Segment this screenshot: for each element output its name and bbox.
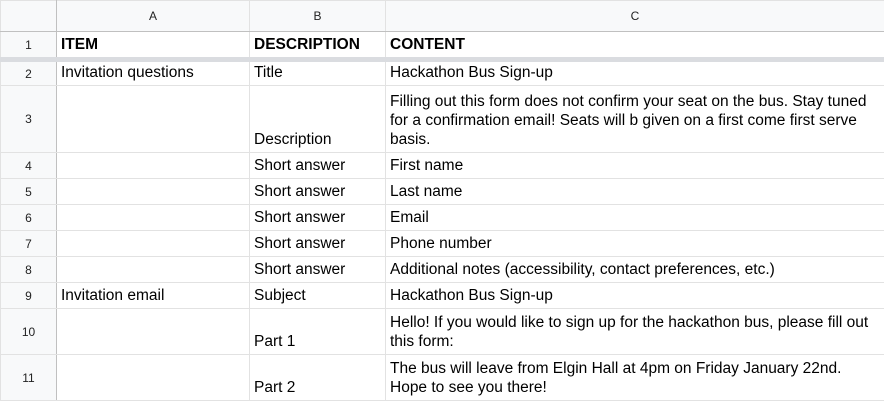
cell-b7[interactable]: Short answer — [249, 230, 386, 257]
column-header-a[interactable]: A — [56, 0, 250, 32]
row-header[interactable]: 5 — [0, 178, 57, 205]
cell-a4[interactable] — [56, 152, 250, 179]
row-header[interactable]: 1 — [0, 31, 57, 62]
cell-c9[interactable]: Hackathon Bus Sign-up — [385, 282, 884, 309]
cell-b11[interactable]: Part 2 — [249, 354, 386, 401]
column-header-b[interactable]: B — [249, 0, 386, 32]
cell-b9[interactable]: Subject — [249, 282, 386, 309]
table-row: 10 Part 1 Hello! If you would like to si… — [0, 308, 884, 355]
cell-c8[interactable]: Additional notes (accessibility, contact… — [385, 256, 884, 283]
row-header[interactable]: 7 — [0, 230, 57, 257]
cell-c1[interactable]: CONTENT — [385, 31, 884, 62]
row-header[interactable]: 4 — [0, 152, 57, 179]
cell-b3[interactable]: Description — [249, 85, 386, 153]
cell-a10[interactable] — [56, 308, 250, 355]
table-row: 3 Description Filling out this form does… — [0, 85, 884, 153]
cell-c11[interactable]: The bus will leave from Elgin Hall at 4p… — [385, 354, 884, 401]
cell-b5[interactable]: Short answer — [249, 178, 386, 205]
cell-a11[interactable] — [56, 354, 250, 401]
table-row: 9 Invitation email Subject Hackathon Bus… — [0, 282, 884, 309]
table-row: 4 Short answer First name — [0, 152, 884, 179]
sheet-table: A B C 1 ITEM DESCRIPTION CONTENT 2 Invit… — [0, 0, 884, 401]
cell-c5[interactable]: Last name — [385, 178, 884, 205]
cell-b1[interactable]: DESCRIPTION — [249, 31, 386, 62]
cell-c3[interactable]: Filling out this form does not confirm y… — [385, 85, 884, 153]
cell-a5[interactable] — [56, 178, 250, 205]
cell-c2[interactable]: Hackathon Bus Sign-up — [385, 59, 884, 86]
row-header[interactable]: 9 — [0, 282, 57, 309]
cell-b4[interactable]: Short answer — [249, 152, 386, 179]
cell-b8[interactable]: Short answer — [249, 256, 386, 283]
select-all-corner[interactable] — [0, 0, 57, 32]
row-header[interactable]: 8 — [0, 256, 57, 283]
table-row: 11 Part 2 The bus will leave from Elgin … — [0, 354, 884, 401]
column-header-c[interactable]: C — [385, 0, 884, 32]
cell-a1[interactable]: ITEM — [56, 31, 250, 62]
cell-a8[interactable] — [56, 256, 250, 283]
table-row: 7 Short answer Phone number — [0, 230, 884, 257]
table-row: 2 Invitation questions Title Hackathon B… — [0, 59, 884, 86]
row-header[interactable]: 2 — [0, 59, 57, 86]
spreadsheet-grid: A B C 1 ITEM DESCRIPTION CONTENT 2 Invit… — [0, 0, 884, 403]
cell-b6[interactable]: Short answer — [249, 204, 386, 231]
cell-a2[interactable]: Invitation questions — [56, 59, 250, 86]
table-row: 6 Short answer Email — [0, 204, 884, 231]
cell-a7[interactable] — [56, 230, 250, 257]
row-header[interactable]: 3 — [0, 85, 57, 153]
cell-c4[interactable]: First name — [385, 152, 884, 179]
row-header[interactable]: 11 — [0, 354, 57, 401]
cell-a3[interactable] — [56, 85, 250, 153]
cell-a9[interactable]: Invitation email — [56, 282, 250, 309]
table-row: 5 Short answer Last name — [0, 178, 884, 205]
cell-a6[interactable] — [56, 204, 250, 231]
cell-c10[interactable]: Hello! If you would like to sign up for … — [385, 308, 884, 355]
row-header[interactable]: 10 — [0, 308, 57, 355]
cell-b2[interactable]: Title — [249, 59, 386, 86]
table-row: 8 Short answer Additional notes (accessi… — [0, 256, 884, 283]
row-header[interactable]: 6 — [0, 204, 57, 231]
table-row: 1 ITEM DESCRIPTION CONTENT — [0, 31, 884, 62]
cell-b10[interactable]: Part 1 — [249, 308, 386, 355]
cell-c6[interactable]: Email — [385, 204, 884, 231]
cell-c7[interactable]: Phone number — [385, 230, 884, 257]
